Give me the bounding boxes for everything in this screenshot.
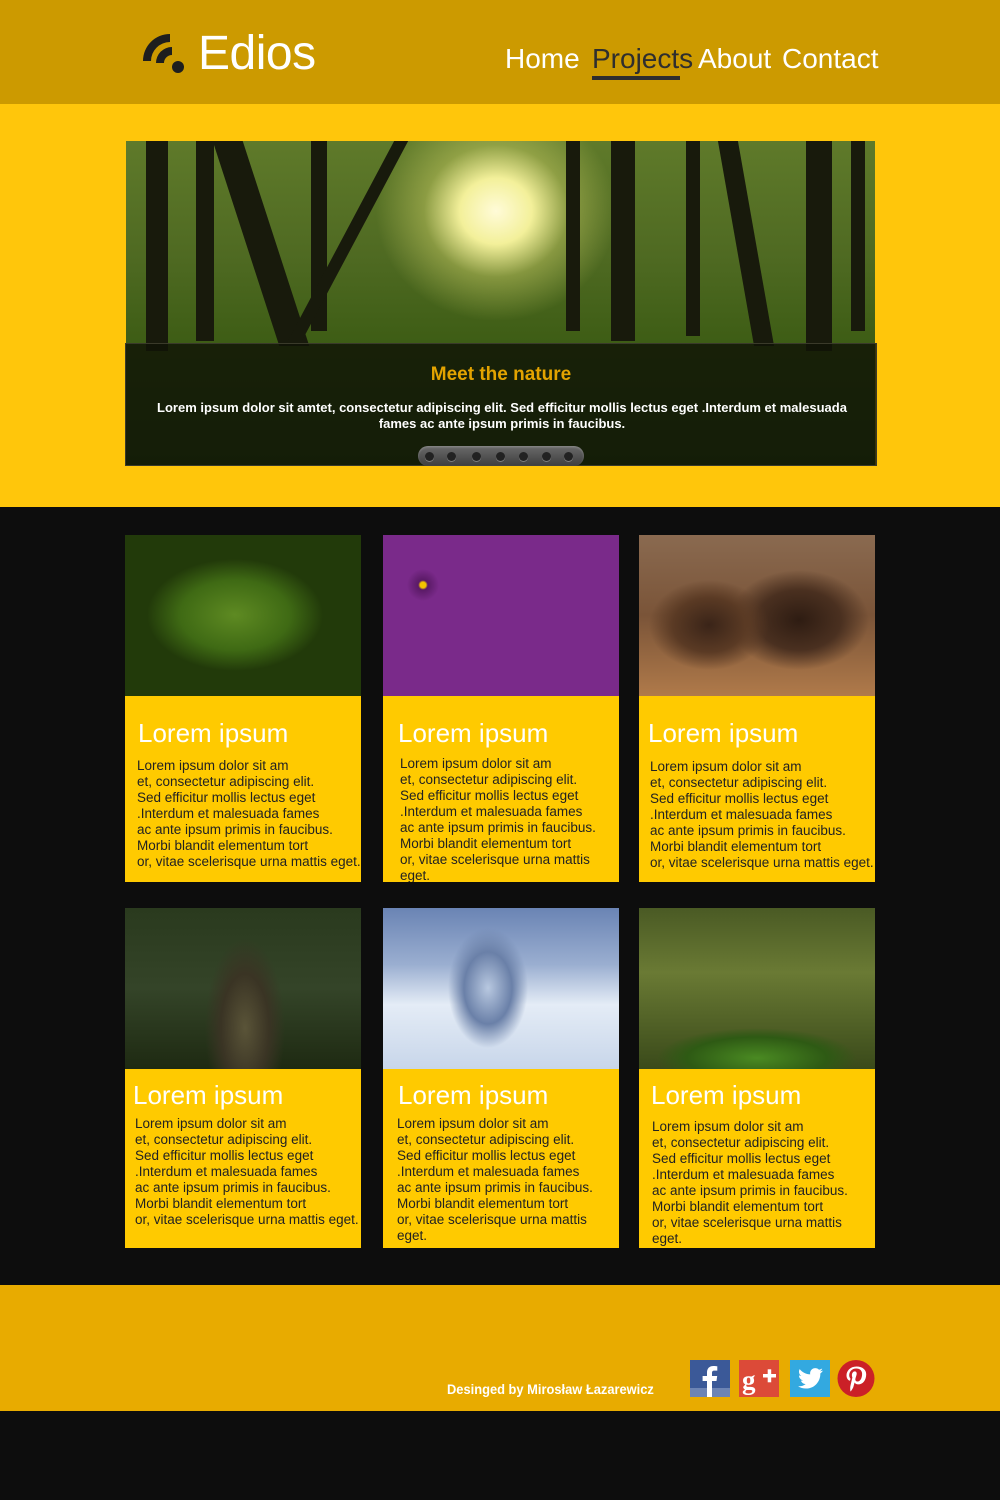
nav-active-underline — [592, 76, 680, 80]
card-text: Lorem ipsum dolor sit am et, consectetur… — [135, 1116, 359, 1227]
twitter-icon[interactable] — [790, 1360, 830, 1397]
rss-logo-icon[interactable] — [140, 31, 186, 75]
card-text: Lorem ipsum dolor sit am et, consectetur… — [137, 758, 361, 869]
slider-dot-5[interactable] — [519, 452, 528, 461]
footer-credit: Desinged by Mirosław Łazarewicz — [447, 1381, 654, 1397]
card-image-moss-sprouts — [639, 908, 875, 1069]
slider-dot-4[interactable] — [496, 452, 505, 461]
slider-pagination — [418, 446, 584, 466]
project-card[interactable]: Lorem ipsum Lorem ipsum dolor sit am et,… — [125, 535, 361, 882]
card-title: Lorem ipsum — [648, 718, 799, 748]
card-title: Lorem ipsum — [398, 718, 549, 748]
card-title: Lorem ipsum — [398, 1080, 549, 1110]
slider-title: Meet the nature — [430, 364, 572, 385]
svg-text:g: g — [742, 1365, 756, 1395]
nav-contact[interactable]: Contact — [782, 42, 879, 76]
slider-dot-2[interactable] — [447, 452, 456, 461]
slider-dot-3[interactable] — [472, 452, 481, 461]
card-image-boots-painting — [639, 535, 875, 696]
site-footer: Desinged by Mirosław Łazarewicz g — [0, 1285, 1000, 1411]
project-card[interactable]: Lorem ipsum Lorem ipsum dolor sit am et,… — [383, 535, 619, 882]
pinterest-icon[interactable] — [836, 1360, 876, 1397]
card-text: Lorem ipsum dolor sit am et, consectetur… — [650, 759, 874, 870]
nav-projects[interactable]: Projects — [592, 42, 693, 76]
logo-text[interactable]: Edios — [198, 26, 316, 82]
slider-dot-1[interactable] — [425, 452, 434, 461]
project-card[interactable]: Lorem ipsum Lorem ipsum dolor sit am et,… — [383, 908, 619, 1248]
nav-home[interactable]: Home — [505, 42, 580, 76]
card-title: Lorem ipsum — [138, 718, 289, 748]
google-plus-icon[interactable]: g — [739, 1360, 779, 1397]
project-card[interactable]: Lorem ipsum Lorem ipsum dolor sit am et,… — [125, 908, 361, 1248]
project-card[interactable]: Lorem ipsum Lorem ipsum dolor sit am et,… — [639, 535, 875, 882]
slider-dot-7[interactable] — [564, 452, 573, 461]
card-title: Lorem ipsum — [651, 1080, 802, 1110]
card-title: Lorem ipsum — [133, 1080, 284, 1110]
card-image-winter-town — [383, 908, 619, 1069]
card-text: Lorem ipsum dolor sit am et, consectetur… — [397, 1116, 593, 1243]
page-bottom — [0, 1411, 1000, 1500]
project-card[interactable]: Lorem ipsum Lorem ipsum dolor sit am et,… — [639, 908, 875, 1248]
nav-about[interactable]: About — [698, 42, 771, 76]
card-text: Lorem ipsum dolor sit am et, consectetur… — [652, 1119, 848, 1246]
site-header: Edios Home Projects About Contact — [0, 0, 1000, 104]
slider-dot-6[interactable] — [542, 452, 551, 461]
slider-text: Lorem ipsum dolor sit amtet, consectetur… — [157, 400, 847, 431]
facebook-icon[interactable] — [690, 1360, 730, 1397]
slider-caption: Meet the nature Lorem ipsum dolor sit am… — [125, 343, 877, 466]
card-image-pansies — [383, 535, 619, 696]
card-image-moss — [125, 535, 361, 696]
card-text: Lorem ipsum dolor sit am et, consectetur… — [400, 756, 596, 882]
card-image-old-tree — [125, 908, 361, 1069]
